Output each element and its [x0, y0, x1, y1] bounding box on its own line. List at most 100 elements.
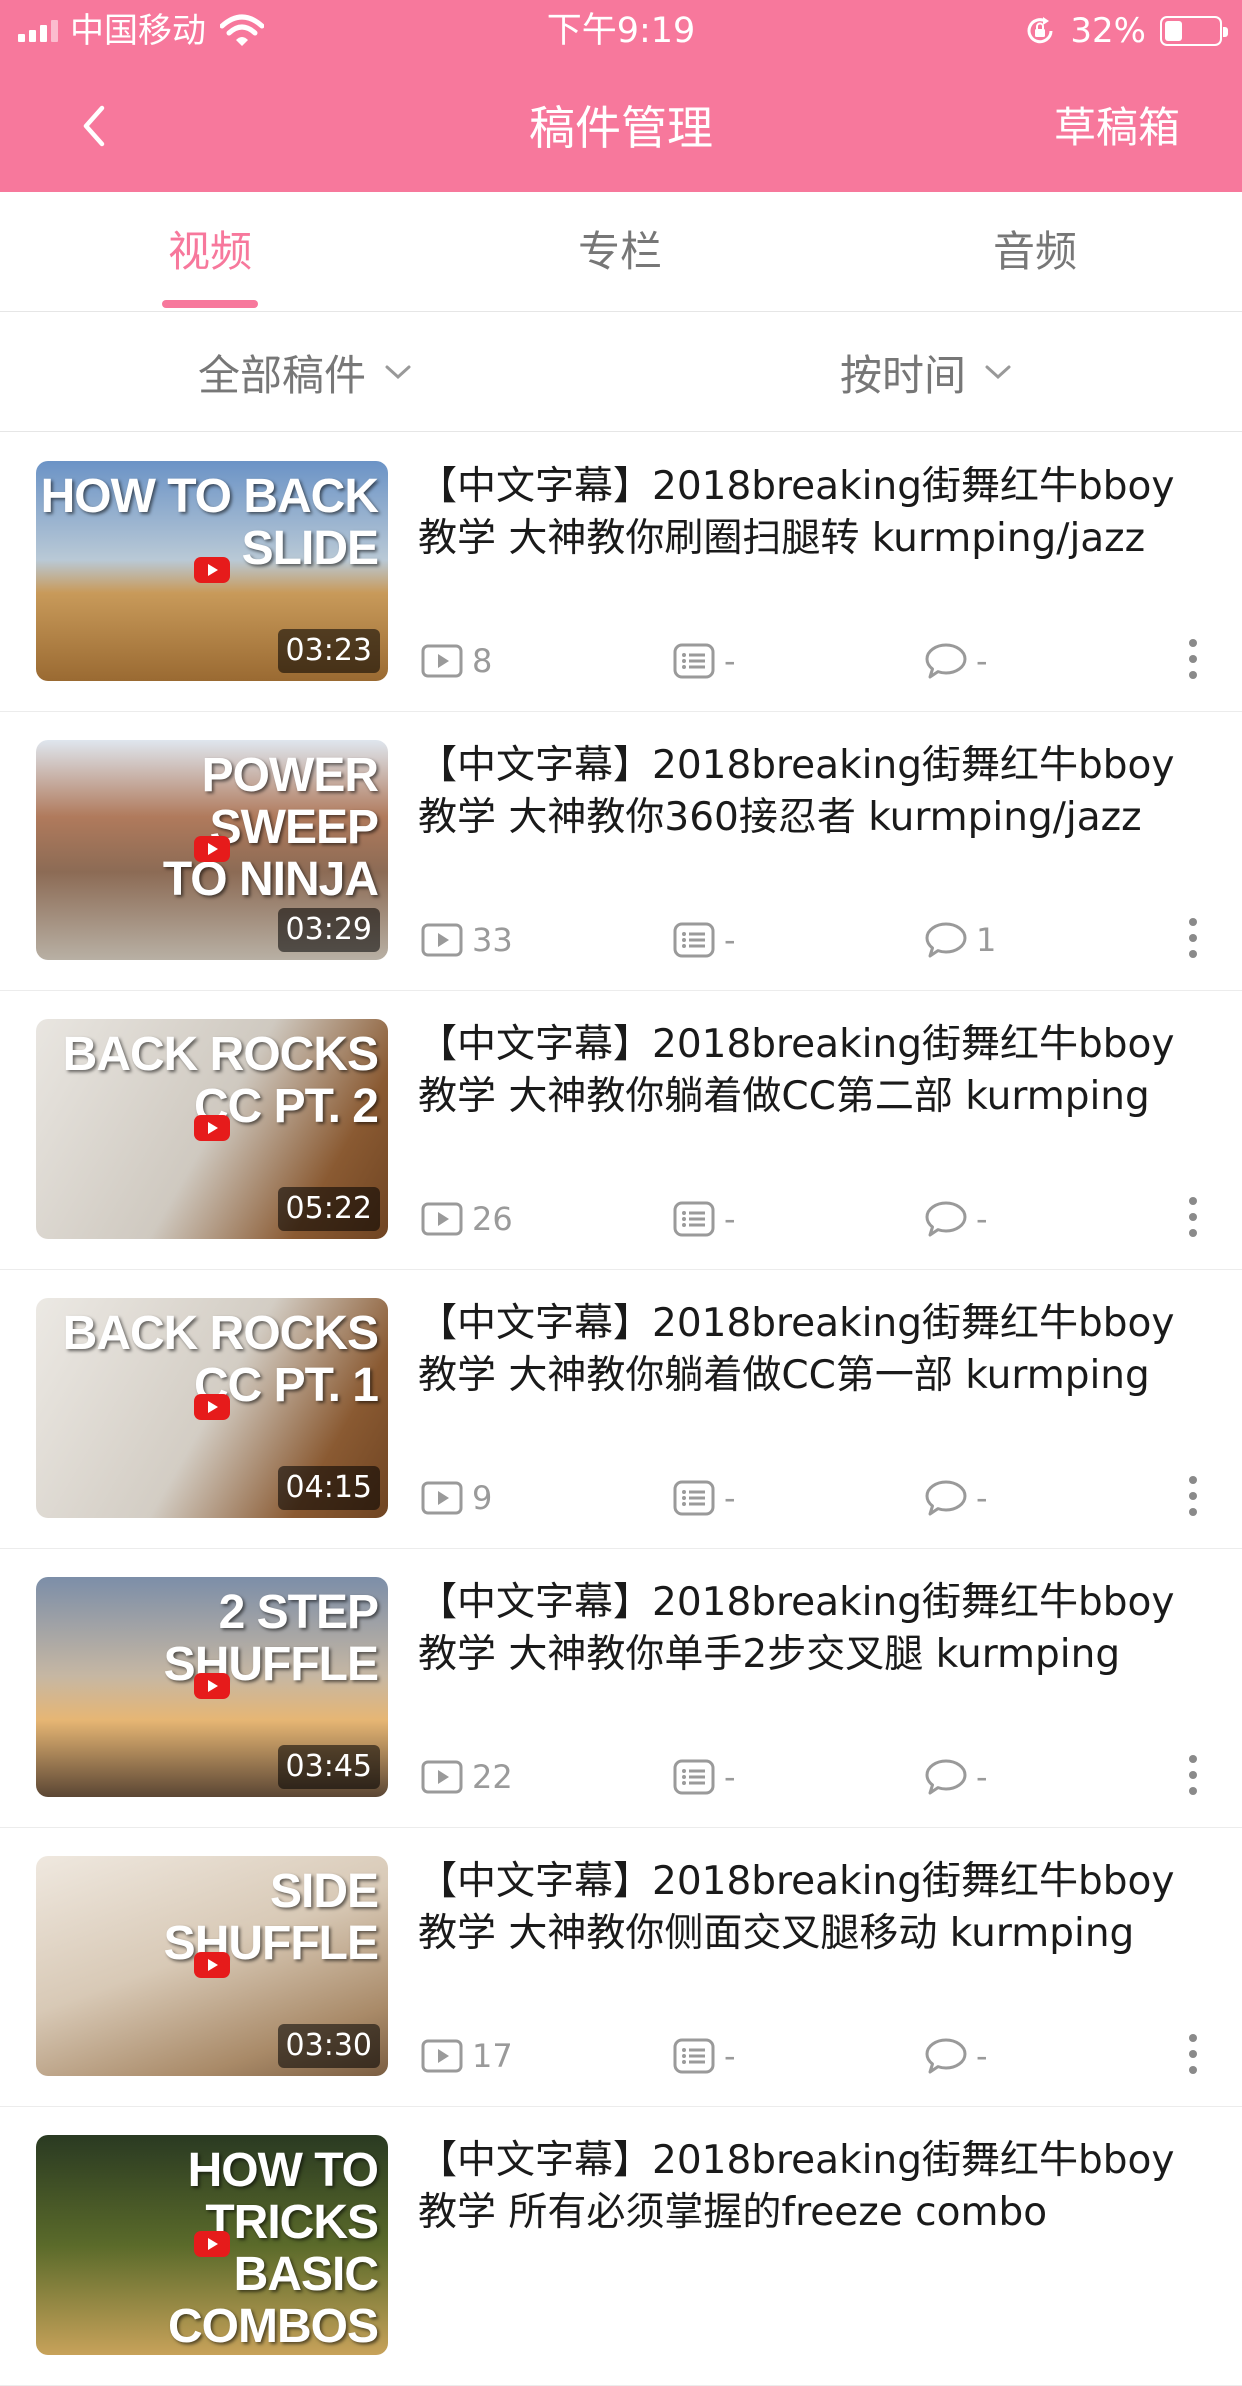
comment-count: - — [924, 1755, 988, 1799]
danmaku-icon — [672, 1755, 724, 1799]
comment-count-value: - — [976, 642, 988, 680]
tab-bar: 视频 专栏 音频 — [0, 192, 1242, 312]
danmaku-icon — [672, 639, 724, 683]
video-list-item[interactable]: SIDE SHUFFLE 03:30 【中文字幕】2018breaking街舞红牛b… — [0, 1828, 1242, 2107]
video-duration: 03:29 — [277, 908, 380, 952]
video-list-item[interactable]: 2 STEP SHUFFLE 03:45 【中文字幕】2018breaking街舞红… — [0, 1549, 1242, 1828]
video-stats: 26 - - — [420, 1197, 1220, 1241]
video-duration: 05:22 — [277, 1187, 380, 1231]
tab-column[interactable]: 专栏 — [500, 192, 740, 312]
tab-audio[interactable]: 音频 — [915, 192, 1155, 312]
video-duration: 04:15 — [277, 1466, 380, 1510]
more-options-icon[interactable] — [1178, 1191, 1208, 1243]
play-count-value: 17 — [472, 2037, 513, 2075]
more-options-icon[interactable] — [1178, 1749, 1208, 1801]
video-duration: 03:30 — [277, 2024, 380, 2068]
video-title[interactable]: 【中文字幕】2018breaking街舞红牛bboy教学 大神教你单手2步交叉腿… — [418, 1577, 1208, 1681]
video-duration: 03:23 — [277, 629, 380, 673]
danmaku-count-value: - — [724, 1200, 736, 1238]
youtube-play-icon — [194, 2231, 230, 2257]
play-icon — [420, 639, 472, 683]
video-thumbnail[interactable]: BACK ROCKS CC PT. 2 05:22 — [36, 1019, 388, 1239]
comment-count-value: - — [976, 1200, 988, 1238]
more-options-icon[interactable] — [1178, 912, 1208, 964]
comment-icon — [924, 2034, 976, 2078]
danmaku-count: - — [672, 918, 736, 962]
video-title[interactable]: 【中文字幕】2018breaking街舞红牛bboy教学 大神教你躺着做CC第一… — [418, 1298, 1208, 1402]
video-thumbnail[interactable]: POWER SWEEP TO NINJA 03:29 — [36, 740, 388, 960]
more-options-icon[interactable] — [1178, 2028, 1208, 2080]
comment-count-value: - — [976, 2037, 988, 2075]
danmaku-count-value: - — [724, 1479, 736, 1517]
play-icon — [420, 1755, 472, 1799]
video-thumbnail[interactable]: BACK ROCKS CC PT. 1 04:15 — [36, 1298, 388, 1518]
comment-count: - — [924, 1476, 988, 1520]
drafts-button[interactable]: 草稿箱 — [1054, 102, 1180, 154]
youtube-play-icon — [194, 836, 230, 862]
comment-count-value: 1 — [976, 921, 997, 959]
chevron-down-icon — [985, 365, 1011, 380]
video-title[interactable]: 【中文字幕】2018breaking街舞红牛bboy教学 大神教你刷圈扫腿转 k… — [418, 461, 1208, 565]
danmaku-count-value: - — [724, 2037, 736, 2075]
video-duration: 03:45 — [277, 1745, 380, 1789]
video-title[interactable]: 【中文字幕】2018breaking街舞红牛bboy教学 大神教你侧面交叉腿移动… — [418, 1856, 1208, 1960]
rotation-lock-icon — [1027, 17, 1053, 44]
danmaku-count: - — [672, 1755, 736, 1799]
play-count: 33 — [420, 918, 513, 962]
comment-count: - — [924, 1197, 988, 1241]
comment-icon — [924, 1755, 976, 1799]
battery-percent: 32% — [1070, 11, 1146, 51]
video-thumbnail[interactable]: HOW TO TRICKS BASIC COMBOS — [36, 2135, 388, 2355]
filter-bar: 全部稿件 按时间 — [0, 312, 1242, 432]
play-count: 17 — [420, 2034, 513, 2078]
header: 中国移动 下午9:19 32% 稿件管理 草稿箱 — [0, 0, 1242, 192]
video-stats: 33 - 1 — [420, 918, 1220, 962]
play-count: 8 — [420, 639, 492, 683]
video-list-item[interactable]: BACK ROCKS CC PT. 2 05:22 【中文字幕】2018breaki… — [0, 991, 1242, 1270]
video-stats: 9 - - — [420, 1476, 1220, 1520]
play-count-value: 8 — [472, 642, 493, 680]
danmaku-count: - — [672, 2034, 736, 2078]
comment-count: - — [924, 639, 988, 683]
video-thumbnail[interactable]: 2 STEP SHUFFLE 03:45 — [36, 1577, 388, 1797]
play-count-value: 9 — [472, 1479, 493, 1517]
danmaku-count-value: - — [724, 921, 736, 959]
video-list-item[interactable]: HOW TO BACK SLIDE 03:23 【中文字幕】2018breaking… — [0, 433, 1242, 712]
tab-video[interactable]: 视频 — [90, 192, 330, 312]
play-icon — [420, 2034, 472, 2078]
danmaku-icon — [672, 2034, 724, 2078]
video-list-item[interactable]: BACK ROCKS CC PT. 1 04:15 【中文字幕】2018breaki… — [0, 1270, 1242, 1549]
video-thumbnail[interactable]: HOW TO BACK SLIDE 03:23 — [36, 461, 388, 681]
comment-count-value: - — [976, 1479, 988, 1517]
play-icon — [420, 1476, 472, 1520]
danmaku-icon — [672, 918, 724, 962]
filter-all-dropdown[interactable]: 全部稿件 — [198, 312, 412, 432]
video-stats: 8 - - — [420, 639, 1220, 683]
battery-fill — [1165, 21, 1182, 41]
comment-icon — [924, 1197, 976, 1241]
comment-icon — [924, 639, 976, 683]
play-count-value: 33 — [472, 921, 513, 959]
danmaku-icon — [672, 1197, 724, 1241]
comment-icon — [924, 1476, 976, 1520]
video-title[interactable]: 【中文字幕】2018breaking街舞红牛bboy教学 大神教你躺着做CC第二… — [418, 1019, 1208, 1123]
battery-icon — [1160, 16, 1228, 46]
nav-bar: 稿件管理 草稿箱 — [0, 62, 1242, 192]
video-list-item[interactable]: POWER SWEEP TO NINJA 03:29 【中文字幕】2018break… — [0, 712, 1242, 991]
play-icon — [420, 1197, 472, 1241]
play-count-value: 22 — [472, 1758, 513, 1796]
video-thumbnail[interactable]: SIDE SHUFFLE 03:30 — [36, 1856, 388, 2076]
play-count: 9 — [420, 1476, 492, 1520]
youtube-play-icon — [194, 1673, 230, 1699]
video-title[interactable]: 【中文字幕】2018breaking街舞红牛bboy教学 大神教你360接忍者 … — [418, 740, 1208, 844]
status-right: 32% — [1024, 10, 1228, 52]
more-options-icon[interactable] — [1178, 633, 1208, 685]
danmaku-count-value: - — [724, 1758, 736, 1796]
more-options-icon[interactable] — [1178, 1470, 1208, 1522]
filter-sort-dropdown[interactable]: 按时间 — [840, 312, 1012, 432]
video-title[interactable]: 【中文字幕】2018breaking街舞红牛bboy教学 所有必须掌握的free… — [418, 2135, 1208, 2239]
danmaku-count-value: - — [724, 642, 736, 680]
status-bar: 中国移动 下午9:19 32% — [0, 0, 1242, 62]
danmaku-count: - — [672, 1197, 736, 1241]
video-list-item[interactable]: HOW TO TRICKS BASIC COMBOS 【中文字幕】2018brea… — [0, 2107, 1242, 2386]
